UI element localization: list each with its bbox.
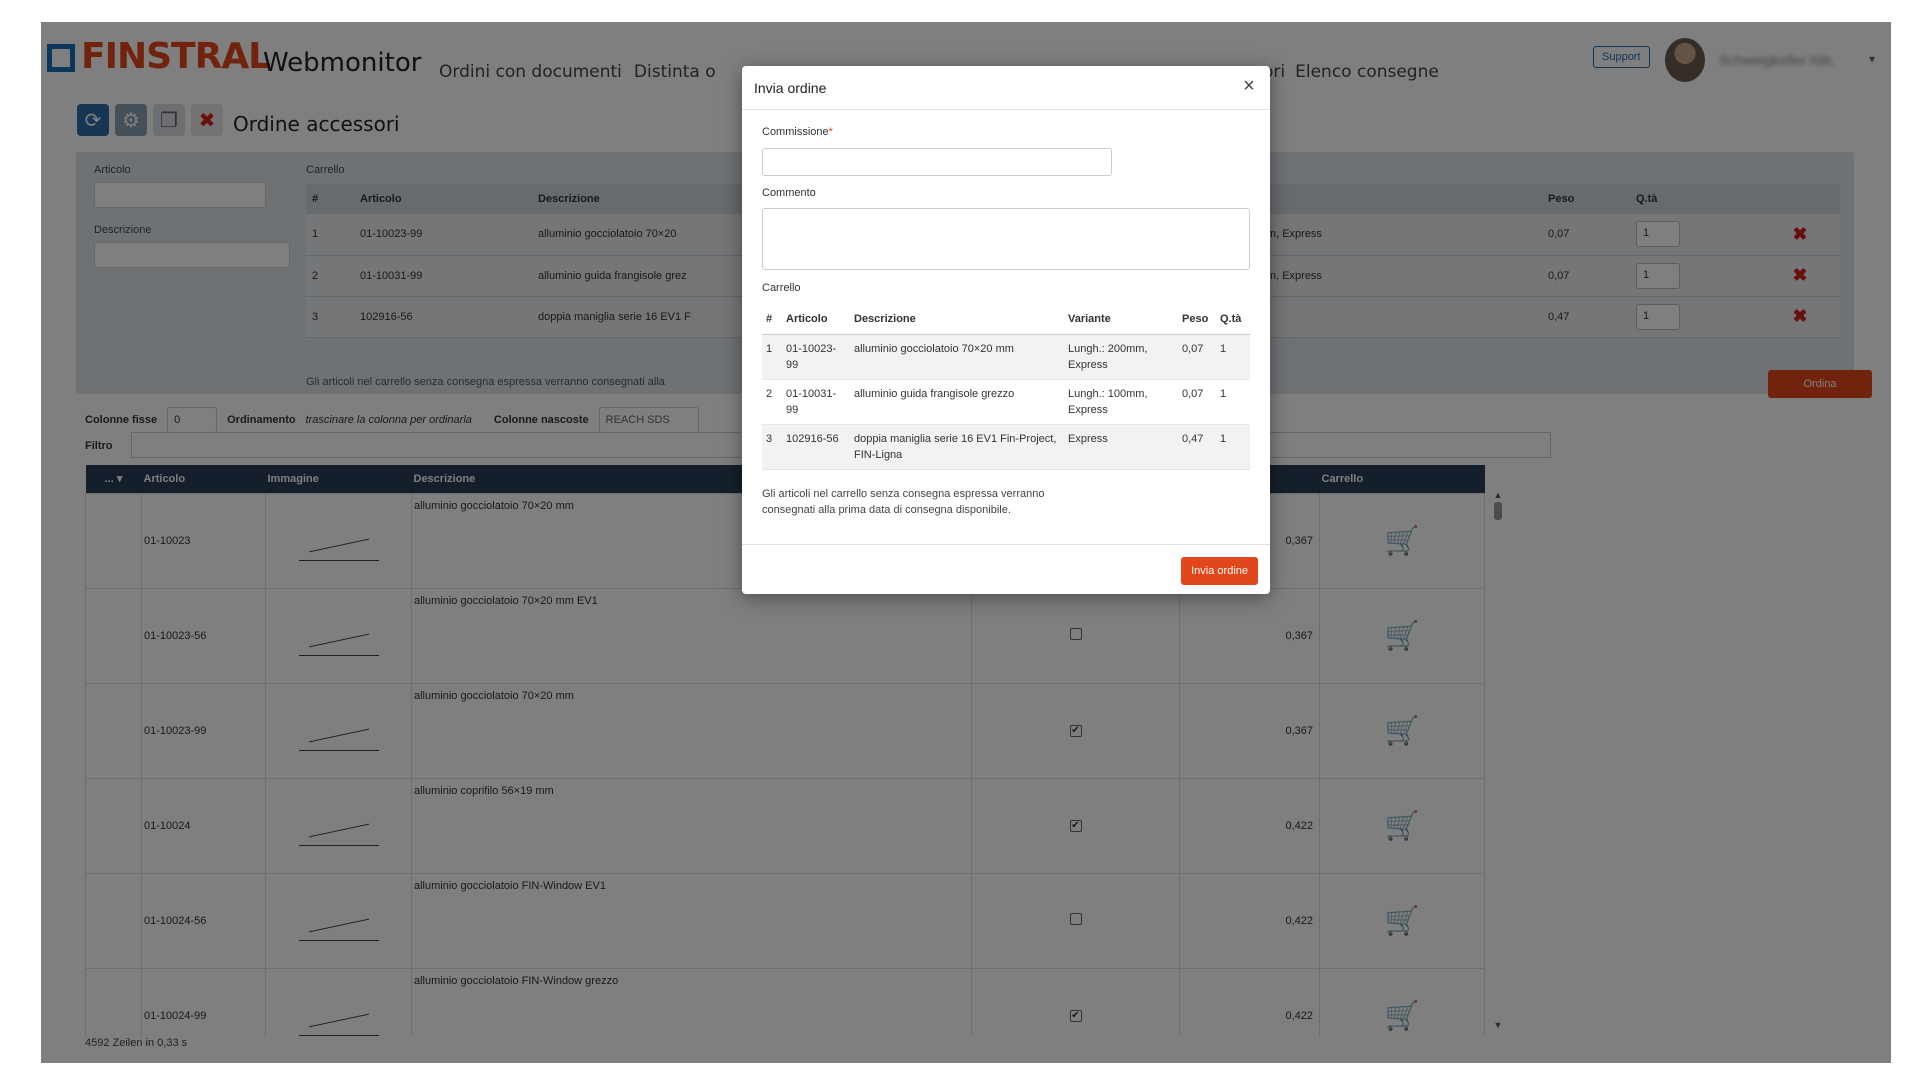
dialog-cart-row: 1 01-10023-99 alluminio gocciolatoio 70×… [762, 334, 1250, 380]
dialog-row-variante: Express [1064, 424, 1178, 470]
dialog-cart-row: 3 102916-56 doppia maniglia serie 16 EV1… [762, 424, 1250, 470]
dialog-row-variante: Lungh.: 100mm, Express [1064, 379, 1178, 425]
send-order-dialog: Invia ordine × Commissione* Commento Car… [742, 66, 1270, 594]
dialog-row-descrizione: alluminio guida frangisole grezzo [850, 379, 1064, 425]
app-window: FINSTRAL Webmonitor Ordini con documenti… [41, 22, 1891, 1063]
dialog-cart-row: 2 01-10031-99 alluminio guida frangisole… [762, 379, 1250, 425]
dialog-row-qty: 1 [1216, 424, 1250, 470]
dialog-row-peso: 0,07 [1178, 334, 1216, 380]
dialog-note: Gli articoli nel carrello senza consegna… [762, 488, 1045, 516]
dialog-cart-label: Carrello [762, 282, 801, 294]
dialog-footer: Invia ordine [742, 544, 1270, 594]
dialog-row-articolo: 01-10031-99 [782, 379, 850, 425]
commissione-input[interactable] [762, 148, 1112, 176]
dialog-col-number: # [762, 304, 782, 335]
dialog-header: Invia ordine × [742, 66, 1270, 110]
dialog-row-number: 2 [762, 379, 782, 425]
dialog-cart-header: # Articolo Descrizione Variante Peso Q.t… [762, 304, 1250, 335]
dialog-row-number: 1 [762, 334, 782, 380]
dialog-row-qty: 1 [1216, 334, 1250, 380]
commissione-label-wrap: Commissione* [762, 126, 833, 138]
commento-textarea[interactable] [762, 208, 1250, 270]
dialog-col-peso: Peso [1178, 304, 1216, 335]
dialog-row-number: 3 [762, 424, 782, 470]
dialog-col-articolo: Articolo [782, 304, 850, 335]
commento-label: Commento [762, 187, 816, 199]
dialog-row-articolo: 102916-56 [782, 424, 850, 470]
dialog-col-variante: Variante [1064, 304, 1178, 335]
send-order-button[interactable]: Invia ordine [1181, 557, 1258, 585]
dialog-title: Invia ordine [754, 80, 827, 96]
dialog-col-descrizione: Descrizione [850, 304, 1064, 335]
dialog-cart-table: # Articolo Descrizione Variante Peso Q.t… [762, 304, 1250, 470]
dialog-row-peso: 0,47 [1178, 424, 1216, 470]
dialog-row-descrizione: alluminio gocciolatoio 70×20 mm [850, 334, 1064, 380]
dialog-col-qty: Q.tà [1216, 304, 1250, 335]
dialog-row-articolo: 01-10023-99 [782, 334, 850, 380]
dialog-row-descrizione: doppia maniglia serie 16 EV1 Fin-Project… [850, 424, 1064, 470]
required-mark: * [828, 126, 833, 138]
dialog-row-peso: 0,07 [1178, 379, 1216, 425]
commissione-label: Commissione [762, 126, 829, 138]
dialog-row-variante: Lungh.: 200mm, Express [1064, 334, 1178, 380]
close-icon[interactable]: × [1238, 76, 1260, 98]
dialog-row-qty: 1 [1216, 379, 1250, 425]
